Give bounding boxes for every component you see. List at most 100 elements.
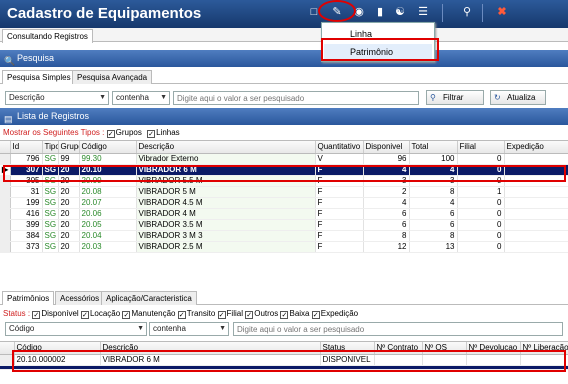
filter-button[interactable]: ⚲ Filtrar — [426, 90, 484, 105]
cell-descricao: VIBRADOR 5 M — [136, 186, 316, 198]
status-filter-label: Filial — [226, 309, 243, 318]
chevron-down-icon: ▼ — [219, 325, 226, 332]
cell-tipo: SG — [42, 186, 59, 198]
tab-pesquisa-avancada[interactable]: Pesquisa Avançada — [72, 70, 153, 84]
search-icon: 🔍 — [4, 56, 16, 66]
cell-exp — [504, 219, 568, 231]
cell-tipo: SG — [42, 208, 59, 220]
checkbox-grupos-label: Grupos — [115, 128, 142, 137]
records-header-row: Id Tipo Grupo Código Descrição Quantitat… — [0, 141, 568, 154]
tab-acessorios[interactable]: Acessórios — [55, 291, 105, 305]
status-filter-label: Locação — [89, 309, 121, 318]
cell-filial: 0 — [457, 241, 505, 253]
filter-button-label: Filtrar — [443, 93, 464, 102]
row-indicator — [0, 153, 11, 165]
cell-descricao: VIBRADOR 3 M 3 — [136, 230, 316, 242]
column-header[interactable]: Código — [79, 141, 137, 154]
search-header-label: Pesquisa — [17, 53, 55, 63]
cell-disp: 4 — [363, 197, 410, 209]
column-header[interactable]: Disponivel — [363, 141, 410, 154]
search-key-icon[interactable]: ⚲ — [460, 5, 474, 19]
table-row[interactable]: 416 SG 20 20.06 VIBRADOR 4 MF660 — [0, 208, 568, 220]
checkbox-grupos[interactable]: ✓ — [106, 130, 115, 138]
cell-exp — [504, 208, 568, 220]
checkbox-status[interactable]: ✓ — [245, 311, 254, 319]
checkbox-linhas[interactable]: ✓ — [147, 130, 156, 138]
cell-exp — [504, 186, 568, 198]
column-header[interactable]: Id — [10, 141, 43, 154]
checkbox-status[interactable]: ✓ — [311, 311, 320, 319]
users-icon[interactable]: ☯ — [393, 5, 407, 19]
show-types-row: Mostrar os Seguintes Tipos : ✓ Grupos ✓ Li… — [3, 128, 180, 138]
search-input[interactable] — [173, 91, 419, 105]
cell-descricao: VIBRADOR 4 M — [136, 208, 316, 220]
table-row[interactable]: 796 SG 99 99.30 Vibrador Externo V 96 100 0 — [0, 153, 568, 165]
cell-quant: F — [315, 219, 364, 231]
cell-id: 384 — [10, 230, 43, 242]
detail-tabs: Patrimônios Acessórios Aplicação/Caracte… — [0, 290, 568, 305]
cell-total: 100 — [409, 153, 458, 165]
column-header[interactable]: Expedição — [504, 141, 568, 154]
cell-exp — [504, 230, 568, 242]
menu-item-highlight — [321, 38, 439, 61]
cell-exp — [504, 241, 568, 253]
records-grid[interactable]: Id Tipo Grupo Código Descrição Quantitat… — [0, 140, 568, 278]
tab-aplicacao[interactable]: Aplicação/Caracteristica — [101, 291, 197, 305]
cell-descricao: VIBRADOR 3.5 M — [136, 219, 316, 231]
cell-quant: F — [315, 197, 364, 209]
search-field-select[interactable]: Descrição ▼ — [5, 91, 109, 105]
cell-filial: 0 — [457, 208, 505, 220]
cell-tipo: SG — [42, 241, 59, 253]
detail-operator-select[interactable]: contenha ▼ — [149, 322, 229, 336]
tab-consultando-registros[interactable]: Consultando Registros — [2, 29, 93, 43]
checkbox-status[interactable]: ✓ — [217, 311, 226, 319]
cell-codigo: 20.06 — [79, 208, 137, 220]
list-icon: ▤ — [4, 114, 13, 124]
table-row[interactable]: 399 SG 20 20.05 VIBRADOR 3.5 MF660 — [0, 219, 568, 231]
cell-exp — [504, 153, 568, 165]
delete-trash-icon[interactable]: ▮ — [373, 5, 387, 19]
cell-filial: 0 — [457, 153, 505, 165]
column-header[interactable]: Grupo — [58, 141, 80, 154]
records-table: Id Tipo Grupo Código Descrição Quantitat… — [0, 141, 568, 253]
cell-grupo: 20 — [58, 208, 80, 220]
tab-pesquisa-simples[interactable]: Pesquisa Simples — [2, 70, 76, 84]
row-indicator — [0, 230, 11, 242]
status-filter-label: Transito — [186, 309, 216, 318]
menu-lines-icon[interactable]: ☰ — [416, 5, 430, 19]
status-label: Status : — [3, 309, 31, 318]
cell-descricao: VIBRADOR 4.5 M — [136, 197, 316, 209]
column-header[interactable]: Total — [409, 141, 458, 154]
search-panel-header: 🔍 Pesquisa — [0, 50, 568, 67]
column-header[interactable]: Tipo — [42, 141, 59, 154]
checkbox-status[interactable]: ✓ — [122, 311, 131, 319]
close-x-icon[interactable]: ✖ — [495, 5, 509, 19]
search-operator-value: contenha — [116, 93, 149, 102]
toolbar-divider — [482, 4, 483, 22]
checkbox-status[interactable]: ✓ — [80, 311, 89, 319]
checkbox-status[interactable]: ✓ — [280, 311, 289, 319]
table-row[interactable]: 199 SG 20 20.07 VIBRADOR 4.5 MF440 — [0, 197, 568, 209]
cell-quant: F — [315, 241, 364, 253]
column-header[interactable]: Descrição — [136, 141, 316, 154]
refresh-button[interactable]: ↻ Atualiza — [490, 90, 546, 105]
row-indicator — [0, 197, 11, 209]
list-header-label: Lista de Registros — [17, 111, 90, 121]
detail-field-select[interactable]: Código ▼ — [5, 322, 147, 336]
search-operator-select[interactable]: contenha ▼ — [112, 91, 170, 105]
table-row[interactable]: 31 SG 20 20.08 VIBRADOR 5 MF281 — [0, 186, 568, 198]
tab-patrimonios[interactable]: Patrimônios — [2, 291, 55, 305]
chevron-down-icon: ▼ — [160, 94, 167, 101]
detail-search-input[interactable] — [233, 322, 563, 336]
checkbox-status[interactable]: ✓ — [32, 311, 41, 319]
status-filter-label: Manutenção — [131, 309, 176, 318]
cell-quant: F — [315, 208, 364, 220]
column-header[interactable]: Quantitativo — [315, 141, 364, 154]
checkbox-status[interactable]: ✓ — [177, 311, 186, 319]
column-header[interactable]: Filial — [457, 141, 505, 154]
row-indicator — [0, 186, 11, 198]
table-row[interactable]: 384 SG 20 20.04 VIBRADOR 3 M 3F880 — [0, 230, 568, 242]
cell-codigo: 20.04 — [79, 230, 137, 242]
status-filter-row: Status : ✓ Disponível ✓ Locação ✓ Manutençã… — [3, 309, 358, 319]
table-row[interactable]: 373 SG 20 20.03 VIBRADOR 2.5 M F 12 13 0 — [0, 241, 568, 253]
